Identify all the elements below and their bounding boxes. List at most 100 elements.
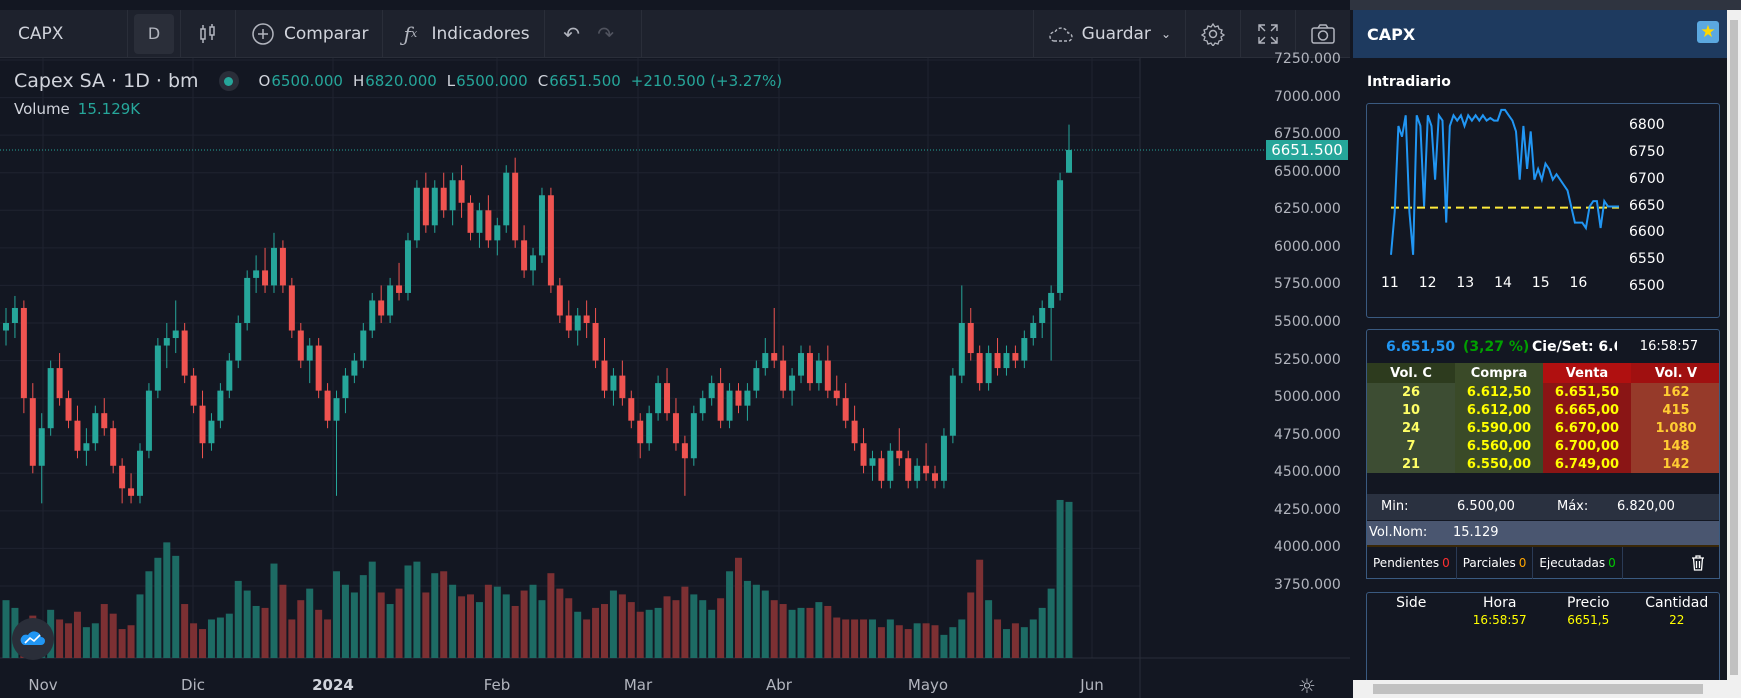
volume-bar bbox=[1047, 588, 1055, 658]
volume-bar bbox=[422, 592, 430, 658]
sun-icon[interactable]: ☼ bbox=[1296, 675, 1318, 697]
book-row[interactable]: 10 6.612,00 6.665,00 415 bbox=[1367, 401, 1719, 419]
settings-button[interactable] bbox=[1186, 9, 1241, 58]
undo-icon[interactable]: ↶ bbox=[559, 21, 585, 47]
candle-body bbox=[404, 240, 411, 293]
legend-high-label: H bbox=[352, 72, 365, 90]
book-row[interactable]: 24 6.590,00 6.670,00 1.080 bbox=[1367, 419, 1719, 437]
volume-bar bbox=[431, 573, 439, 658]
candle-body bbox=[565, 315, 572, 331]
volume-bar bbox=[207, 619, 215, 658]
header-compra: Compra bbox=[1455, 363, 1543, 383]
candle bbox=[20, 300, 27, 414]
ask-price: 6.651,50 bbox=[1543, 383, 1631, 401]
volume-bar bbox=[958, 619, 966, 658]
book-row[interactable]: 26 6.612,50 6.651,50 162 bbox=[1367, 383, 1719, 401]
redo-icon[interactable]: ↷ bbox=[593, 21, 619, 47]
scroll-thumb[interactable] bbox=[1730, 20, 1738, 675]
candle bbox=[181, 323, 188, 384]
ask-price: 6.700,00 bbox=[1543, 437, 1631, 455]
price-tick-label: 4000.000 bbox=[1274, 539, 1341, 556]
volume-bar bbox=[359, 575, 367, 658]
candle-body bbox=[413, 187, 420, 241]
trash-button[interactable] bbox=[1685, 547, 1719, 579]
candle-body bbox=[1066, 149, 1072, 173]
candle-body bbox=[297, 330, 304, 361]
candle-body bbox=[351, 360, 358, 376]
volume-bar bbox=[806, 607, 814, 658]
pending-orders-tab[interactable]: Pendientes 0 bbox=[1367, 546, 1457, 579]
trade-row[interactable]: 16:58:57 6651,5 22 bbox=[1367, 613, 1719, 627]
candle bbox=[342, 368, 349, 414]
horizontal-scrollbar[interactable] bbox=[1353, 680, 1727, 698]
candle bbox=[958, 285, 965, 384]
candle-body bbox=[905, 458, 912, 481]
intraday-chart[interactable]: 6800 6750 6700 6650 6600 6550 6500 11 12 13 14 15 1… bbox=[1366, 103, 1720, 318]
candle bbox=[217, 383, 224, 429]
candle-body bbox=[681, 443, 688, 459]
volume-bar bbox=[216, 617, 224, 658]
market-status-icon[interactable] bbox=[218, 71, 239, 91]
volume-bar bbox=[574, 611, 582, 658]
save-button[interactable]: Guardar ⌄ bbox=[1032, 9, 1186, 58]
chart-type-button[interactable] bbox=[181, 9, 236, 58]
candle bbox=[1021, 330, 1028, 369]
candle bbox=[404, 232, 411, 301]
scroll-thumb[interactable] bbox=[1373, 684, 1703, 694]
chevron-down-icon[interactable]: ⌄ bbox=[1161, 27, 1171, 41]
candle bbox=[396, 262, 403, 301]
book-row[interactable]: 7 6.560,00 6.700,00 148 bbox=[1367, 437, 1719, 455]
candle-body bbox=[1057, 180, 1064, 293]
candle-body bbox=[860, 443, 867, 466]
book-header-row: Vol. C Compra Venta Vol. V bbox=[1367, 363, 1719, 383]
candle-body bbox=[976, 353, 983, 384]
candle bbox=[717, 368, 724, 429]
volume-bar bbox=[413, 561, 421, 658]
tradingview-logo[interactable] bbox=[12, 618, 54, 660]
candle bbox=[297, 323, 304, 369]
candle bbox=[154, 338, 161, 399]
volume-bar bbox=[449, 584, 457, 658]
ask-volume: 415 bbox=[1631, 401, 1719, 419]
price-chart[interactable] bbox=[0, 58, 1350, 698]
candle bbox=[869, 450, 876, 481]
volume-bar bbox=[1020, 627, 1028, 658]
indicators-button[interactable]: ƒx Indicadores bbox=[383, 9, 545, 58]
candle-body bbox=[699, 398, 706, 414]
change-percent: (3,27 %) bbox=[1463, 338, 1530, 355]
candle bbox=[780, 345, 787, 399]
symbol-search-button[interactable]: CAPX bbox=[0, 9, 128, 58]
candle bbox=[440, 172, 447, 218]
candle bbox=[655, 375, 662, 421]
compare-button[interactable]: Comparar bbox=[236, 9, 384, 58]
candle bbox=[726, 383, 733, 429]
candle bbox=[949, 368, 956, 444]
candle bbox=[753, 360, 760, 399]
executed-orders-tab[interactable]: Ejecutadas 0 bbox=[1533, 546, 1623, 579]
candle-body bbox=[235, 323, 242, 361]
chart-panel[interactable]: CAPX D Comparar ƒx Indicadores ↶ ↷ Guard… bbox=[0, 0, 1350, 698]
candle-body bbox=[92, 413, 99, 444]
min-value: 6.500,00 bbox=[1457, 499, 1515, 514]
candle-body bbox=[262, 270, 269, 286]
candle-body bbox=[494, 225, 501, 241]
volume-bar bbox=[520, 590, 528, 658]
favorite-star-icon[interactable]: ★ bbox=[1697, 21, 1719, 43]
volume-bar bbox=[583, 619, 591, 658]
candle bbox=[47, 360, 54, 436]
candle bbox=[735, 383, 742, 414]
volume-bar bbox=[636, 611, 644, 658]
candle-body bbox=[1048, 292, 1055, 308]
bid-volume: 7 bbox=[1367, 437, 1455, 455]
volume-bar bbox=[386, 604, 394, 658]
candle-body bbox=[11, 307, 18, 323]
partial-orders-tab[interactable]: Parciales 0 bbox=[1457, 546, 1534, 579]
chart-legend: Capex SA · 1D · bm O 6500.000 H 6820.000 L… bbox=[14, 70, 792, 92]
price-tick-label: 5750.000 bbox=[1274, 276, 1341, 293]
intraday-day-label: 14 bbox=[1494, 275, 1512, 291]
quote-time: 16:58:57 bbox=[1617, 334, 1719, 359]
book-row[interactable]: 21 6.550,00 6.749,00 142 bbox=[1367, 455, 1719, 473]
interval-button[interactable]: D bbox=[128, 9, 181, 58]
bid-volume: 24 bbox=[1367, 419, 1455, 437]
vertical-scrollbar[interactable] bbox=[1727, 10, 1741, 698]
